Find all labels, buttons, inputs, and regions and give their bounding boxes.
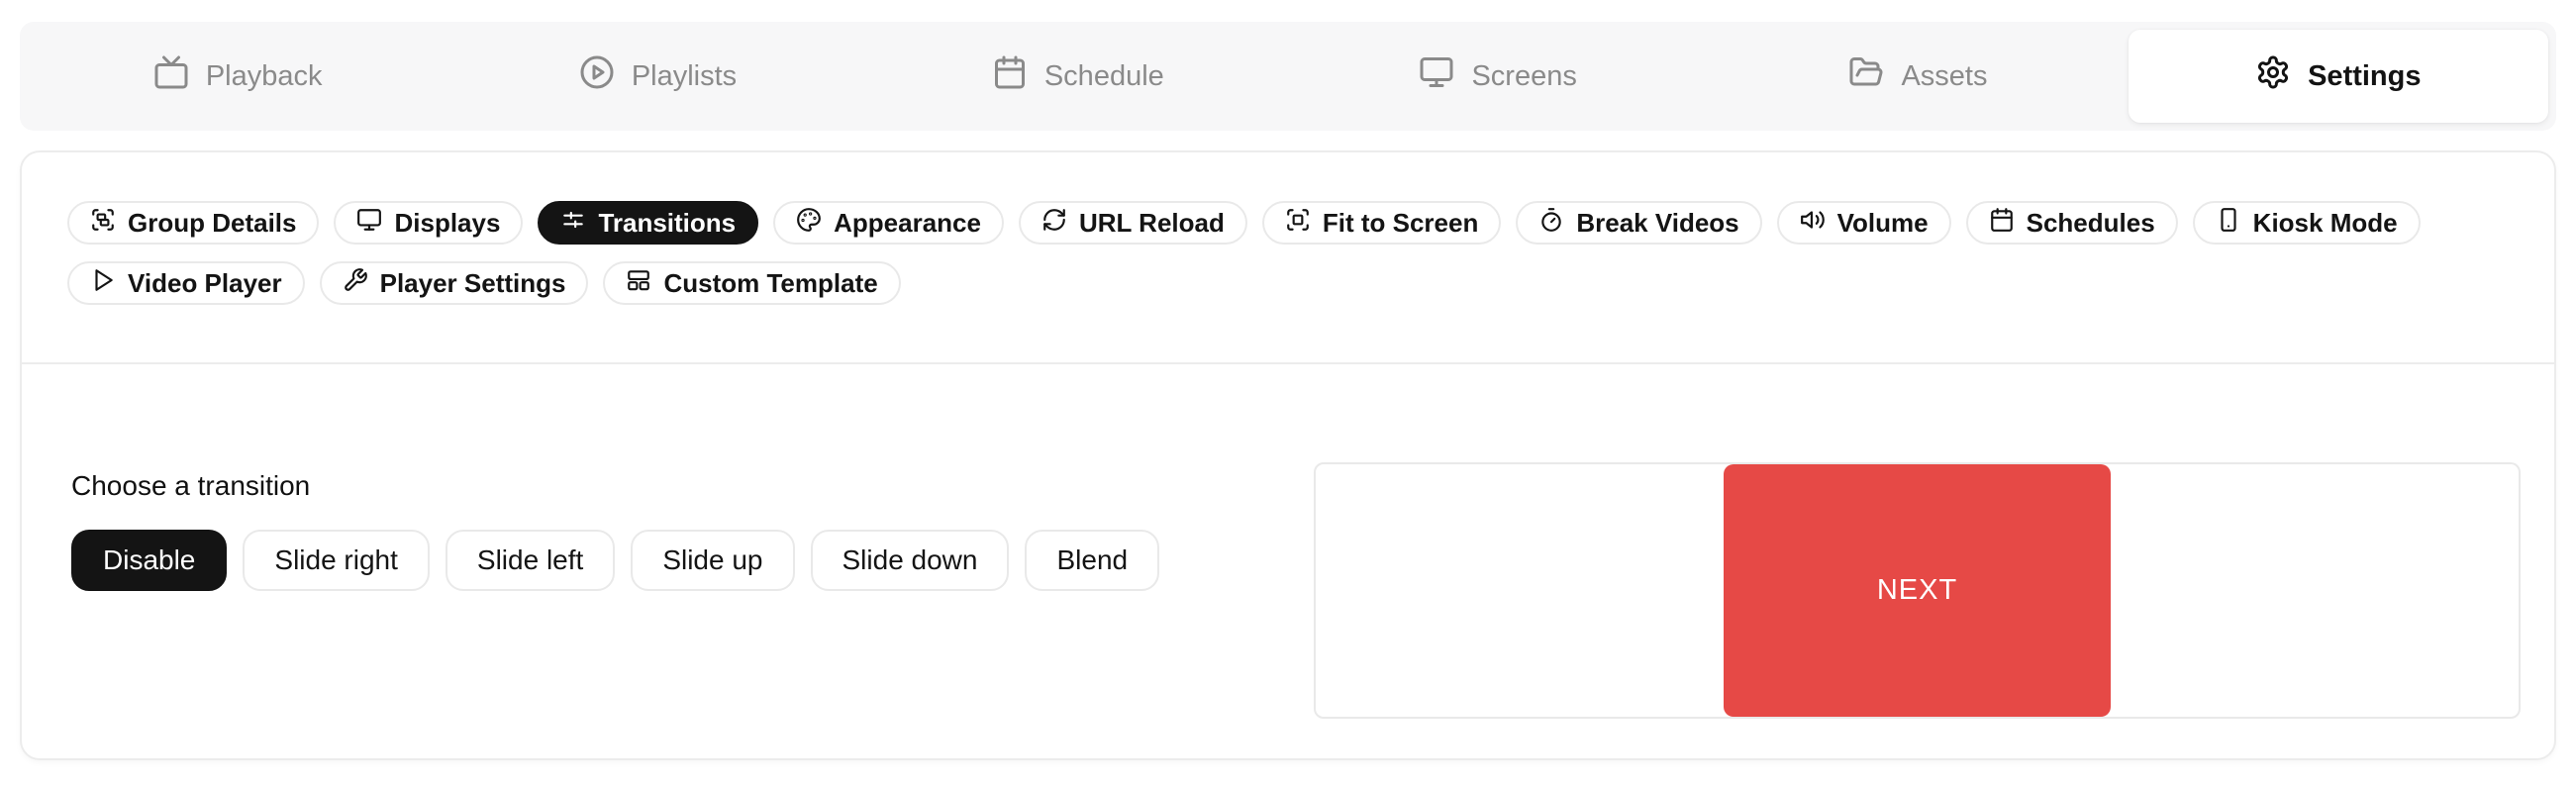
play-circle-icon [579, 54, 615, 98]
tab-label: Video Player [128, 268, 282, 299]
nav-label-playback: Playback [206, 60, 323, 93]
nav-item-settings[interactable]: Settings [2129, 30, 2548, 123]
tab-kiosk-mode[interactable]: Kiosk Mode [2193, 201, 2421, 245]
tab-group-details[interactable]: Group Details [67, 201, 319, 245]
transitions-content: Choose a transition Disable Slide right … [22, 364, 2554, 719]
nav-item-playlists[interactable]: Playlists [447, 30, 867, 123]
tab-label: Volume [1837, 208, 1929, 239]
tab-label: Transitions [598, 208, 736, 239]
tab-label: Group Details [128, 208, 296, 239]
transition-chooser: Choose a transition Disable Slide right … [71, 462, 1159, 591]
timer-icon [1538, 207, 1564, 240]
tab-label: Appearance [834, 208, 981, 239]
transition-option-disable[interactable]: Disable [71, 530, 227, 591]
transition-option-slide-up[interactable]: Slide up [631, 530, 794, 591]
tab-fit-to-screen[interactable]: Fit to Screen [1262, 201, 1501, 245]
transition-preview-panel: NEXT [1314, 462, 2521, 719]
tv-icon [153, 54, 189, 98]
volume-icon [1800, 207, 1826, 240]
tab-custom-template[interactable]: Custom Template [603, 261, 900, 305]
tab-label: URL Reload [1079, 208, 1225, 239]
smartphone-icon [2216, 207, 2241, 240]
tab-label: Fit to Screen [1323, 208, 1478, 239]
tab-label: Player Settings [380, 268, 566, 299]
preview-next-slide: NEXT [1724, 464, 2111, 717]
nav-item-screens[interactable]: Screens [1288, 30, 1708, 123]
nav-item-schedule[interactable]: Schedule [868, 30, 1288, 123]
sliders-icon [560, 207, 586, 240]
group-icon [90, 207, 116, 240]
nav-item-assets[interactable]: Assets [1708, 30, 2128, 123]
gear-icon [2255, 54, 2291, 98]
next-slide-label: NEXT [1877, 574, 1957, 607]
nav-label-screens: Screens [1471, 60, 1576, 93]
monitor-icon [356, 207, 382, 240]
tab-video-player[interactable]: Video Player [67, 261, 305, 305]
tab-break-videos[interactable]: Break Videos [1516, 201, 1761, 245]
settings-card: Group Details Displays Transitions Appea… [20, 150, 2556, 760]
calendar-icon [1989, 207, 2015, 240]
fit-screen-icon [1285, 207, 1311, 240]
wrench-icon [343, 267, 368, 300]
tab-label: Displays [394, 208, 500, 239]
nav-label-schedule: Schedule [1044, 60, 1164, 93]
layout-icon [626, 267, 651, 300]
calendar-icon [992, 54, 1028, 98]
nav-label-playlists: Playlists [632, 60, 737, 93]
refresh-icon [1041, 207, 1067, 240]
tab-schedules[interactable]: Schedules [1966, 201, 2178, 245]
transition-options: Disable Slide right Slide left Slide up … [71, 530, 1159, 591]
tab-label: Kiosk Mode [2253, 208, 2398, 239]
transition-option-slide-down[interactable]: Slide down [811, 530, 1010, 591]
transition-option-blend[interactable]: Blend [1025, 530, 1159, 591]
tab-label: Break Videos [1576, 208, 1738, 239]
transition-option-slide-right[interactable]: Slide right [243, 530, 430, 591]
tab-appearance[interactable]: Appearance [773, 201, 1004, 245]
settings-section-nav: Group Details Displays Transitions Appea… [22, 152, 2554, 305]
tab-player-settings[interactable]: Player Settings [320, 261, 589, 305]
app-root: Playback Playlists Schedule Screens Asse… [0, 0, 2576, 790]
tab-displays[interactable]: Displays [334, 201, 523, 245]
tab-transitions[interactable]: Transitions [538, 201, 758, 245]
transition-option-slide-left[interactable]: Slide left [446, 530, 615, 591]
nav-label-assets: Assets [1901, 60, 1987, 93]
tab-label: Schedules [2027, 208, 2155, 239]
folder-open-icon [1848, 54, 1884, 98]
palette-icon [796, 207, 822, 240]
choose-transition-heading: Choose a transition [71, 470, 1159, 502]
tab-url-reload[interactable]: URL Reload [1019, 201, 1247, 245]
tab-label: Custom Template [663, 268, 877, 299]
top-nav: Playback Playlists Schedule Screens Asse… [20, 22, 2556, 131]
monitor-icon [1419, 54, 1454, 98]
tab-volume[interactable]: Volume [1777, 201, 1951, 245]
nav-label-settings: Settings [2308, 60, 2421, 93]
play-icon [90, 267, 116, 300]
nav-item-playback[interactable]: Playback [28, 30, 447, 123]
